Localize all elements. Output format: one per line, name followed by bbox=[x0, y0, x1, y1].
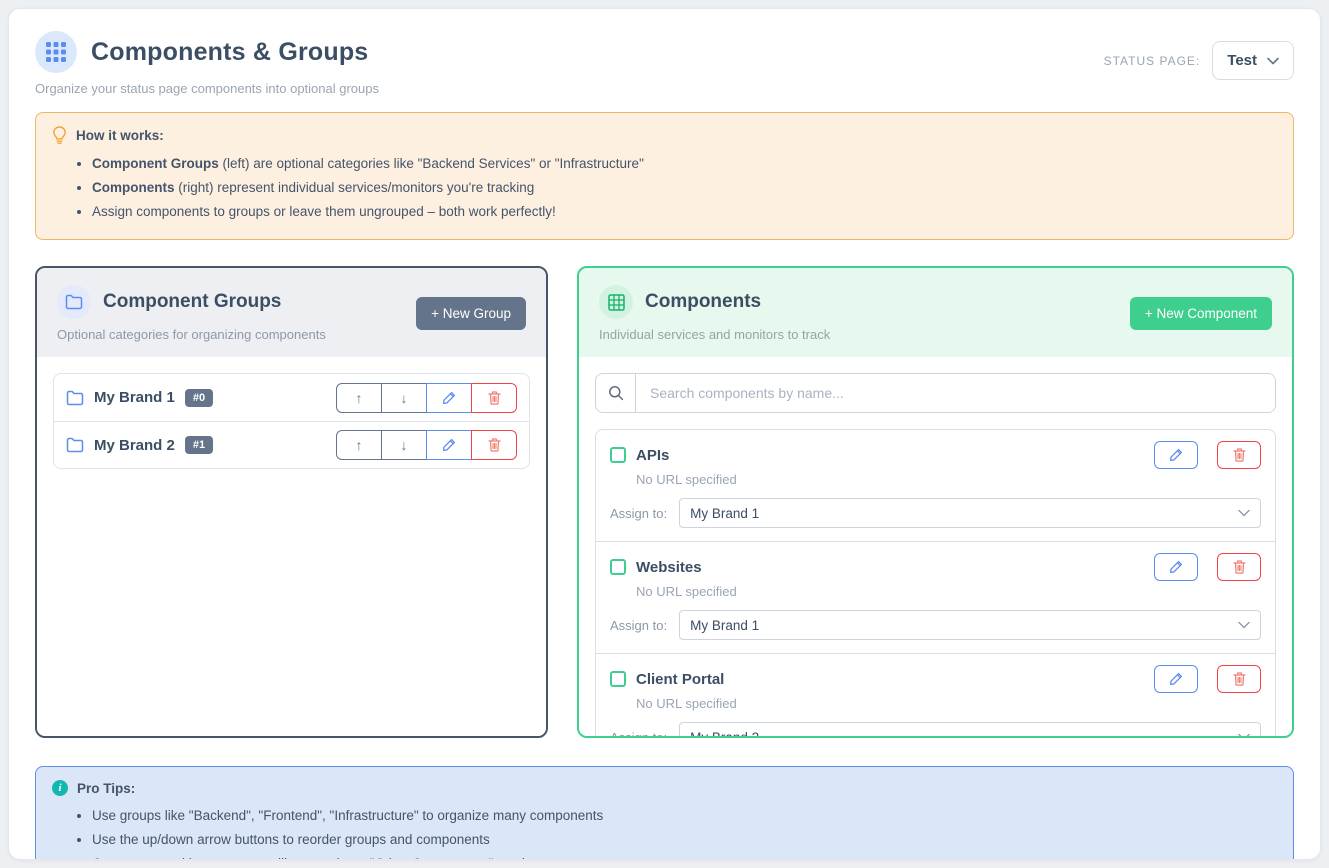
component-url-note: No URL specified bbox=[636, 696, 1261, 711]
delete-component-button[interactable] bbox=[1217, 441, 1261, 469]
group-order-badge: #1 bbox=[185, 436, 213, 454]
group-order-badge: #0 bbox=[185, 389, 213, 407]
pro-tip-item: Use groups like "Backend", "Frontend", "… bbox=[92, 804, 1277, 828]
chevron-down-icon bbox=[1238, 733, 1250, 738]
assigned-group-value: My Brand 1 bbox=[690, 506, 759, 521]
component-search-bar bbox=[595, 373, 1276, 413]
new-group-button[interactable]: + New Group bbox=[416, 297, 526, 330]
assign-group-select[interactable]: My Brand 2 bbox=[679, 722, 1261, 738]
pencil-icon bbox=[1169, 672, 1183, 686]
component-name: Websites bbox=[636, 559, 702, 576]
component-url-note: No URL specified bbox=[636, 472, 1261, 487]
component-checkbox[interactable] bbox=[610, 671, 626, 687]
folder-icon bbox=[66, 390, 84, 406]
pencil-icon bbox=[442, 391, 456, 405]
components-panel-title: Components bbox=[645, 291, 761, 313]
pencil-icon bbox=[1169, 448, 1183, 462]
chevron-down-icon bbox=[1238, 509, 1250, 517]
pro-tips-callout: i Pro Tips: Use groups like "Backend", "… bbox=[35, 766, 1294, 860]
group-list: My Brand 1 #0 ↑ ↓ My Brand 2 #1 bbox=[53, 373, 530, 469]
page-title: Components & Groups bbox=[91, 38, 368, 67]
assigned-group-value: My Brand 1 bbox=[690, 618, 759, 633]
pro-tip-item: Components without a group will appear i… bbox=[92, 852, 1277, 860]
status-page-select[interactable]: Test bbox=[1212, 41, 1294, 80]
arrow-up-icon: ↑ bbox=[356, 437, 363, 453]
how-it-works-list: Component Groups (left) are optional cat… bbox=[92, 152, 1277, 224]
move-group-down-button[interactable]: ↓ bbox=[381, 430, 427, 460]
groups-panel-title: Component Groups bbox=[103, 291, 281, 313]
edit-component-button[interactable] bbox=[1154, 441, 1198, 469]
pencil-icon bbox=[442, 438, 456, 452]
lightbulb-icon bbox=[52, 126, 67, 144]
component-name: APIs bbox=[636, 447, 669, 464]
component-groups-panel: Component Groups Optional categories for… bbox=[35, 266, 548, 738]
delete-group-button[interactable] bbox=[471, 383, 517, 413]
assign-to-label: Assign to: bbox=[610, 730, 667, 739]
component-url-note: No URL specified bbox=[636, 584, 1261, 599]
assign-to-label: Assign to: bbox=[610, 506, 667, 521]
trash-icon bbox=[1233, 672, 1246, 686]
pro-tips-list: Use groups like "Backend", "Frontend", "… bbox=[92, 804, 1277, 860]
assigned-group-value: My Brand 2 bbox=[690, 730, 759, 739]
pencil-icon bbox=[1169, 560, 1183, 574]
assign-group-select[interactable]: My Brand 1 bbox=[679, 498, 1261, 528]
components-panel-subtitle: Individual services and monitors to trac… bbox=[599, 327, 830, 342]
pro-tip-item: Use the up/down arrow buttons to reorder… bbox=[92, 828, 1277, 852]
component-list: APIs No URL specified Assign to: My Bran… bbox=[595, 429, 1276, 738]
page-card: Components & Groups Organize your status… bbox=[8, 8, 1321, 860]
components-grid-icon bbox=[35, 31, 77, 73]
component-name: Client Portal bbox=[636, 671, 724, 688]
delete-component-button[interactable] bbox=[1217, 665, 1261, 693]
component-card: Client Portal No URL specified Assign to… bbox=[596, 653, 1275, 738]
components-panel: Components Individual services and monit… bbox=[577, 266, 1294, 738]
page-subtitle: Organize your status page components int… bbox=[35, 81, 379, 96]
folder-icon bbox=[57, 285, 91, 319]
group-name: My Brand 2 bbox=[94, 437, 175, 454]
arrow-up-icon: ↑ bbox=[356, 390, 363, 406]
assign-group-select[interactable]: My Brand 1 bbox=[679, 610, 1261, 640]
arrow-down-icon: ↓ bbox=[401, 390, 408, 406]
search-input[interactable] bbox=[636, 374, 1275, 412]
status-page-value: Test bbox=[1227, 52, 1257, 69]
search-icon bbox=[596, 374, 636, 412]
edit-component-button[interactable] bbox=[1154, 665, 1198, 693]
move-group-up-button[interactable]: ↑ bbox=[336, 430, 382, 460]
component-checkbox[interactable] bbox=[610, 559, 626, 575]
pro-tips-title: Pro Tips: bbox=[77, 781, 135, 796]
arrow-down-icon: ↓ bbox=[401, 437, 408, 453]
component-card: APIs No URL specified Assign to: My Bran… bbox=[596, 430, 1275, 541]
delete-component-button[interactable] bbox=[1217, 553, 1261, 581]
chevron-down-icon bbox=[1238, 621, 1250, 629]
page-header: Components & Groups Organize your status… bbox=[35, 31, 1294, 96]
how-it-works-title: How it works: bbox=[76, 128, 164, 143]
info-icon: i bbox=[52, 780, 68, 796]
status-page-label: STATUS PAGE: bbox=[1104, 54, 1201, 68]
how-it-works-item: Assign components to groups or leave the… bbox=[92, 200, 1277, 224]
trash-icon bbox=[1233, 448, 1246, 462]
chevron-down-icon bbox=[1267, 57, 1279, 65]
folder-icon bbox=[66, 437, 84, 453]
how-it-works-callout: How it works: Component Groups (left) ar… bbox=[35, 112, 1294, 240]
group-row: My Brand 1 #0 ↑ ↓ bbox=[54, 374, 529, 421]
move-group-up-button[interactable]: ↑ bbox=[336, 383, 382, 413]
group-row: My Brand 2 #1 ↑ ↓ bbox=[54, 421, 529, 468]
how-it-works-item: Component Groups (left) are optional cat… bbox=[92, 152, 1277, 176]
component-checkbox[interactable] bbox=[610, 447, 626, 463]
groups-panel-subtitle: Optional categories for organizing compo… bbox=[57, 327, 326, 342]
edit-component-button[interactable] bbox=[1154, 553, 1198, 581]
assign-to-label: Assign to: bbox=[610, 618, 667, 633]
component-card: Websites No URL specified Assign to: My … bbox=[596, 541, 1275, 653]
trash-icon bbox=[488, 438, 501, 452]
edit-group-button[interactable] bbox=[426, 430, 472, 460]
delete-group-button[interactable] bbox=[471, 430, 517, 460]
how-it-works-item: Components (right) represent individual … bbox=[92, 176, 1277, 200]
new-component-button[interactable]: + New Component bbox=[1130, 297, 1272, 330]
group-name: My Brand 1 bbox=[94, 389, 175, 406]
trash-icon bbox=[488, 391, 501, 405]
table-grid-icon bbox=[599, 285, 633, 319]
trash-icon bbox=[1233, 560, 1246, 574]
move-group-down-button[interactable]: ↓ bbox=[381, 383, 427, 413]
edit-group-button[interactable] bbox=[426, 383, 472, 413]
